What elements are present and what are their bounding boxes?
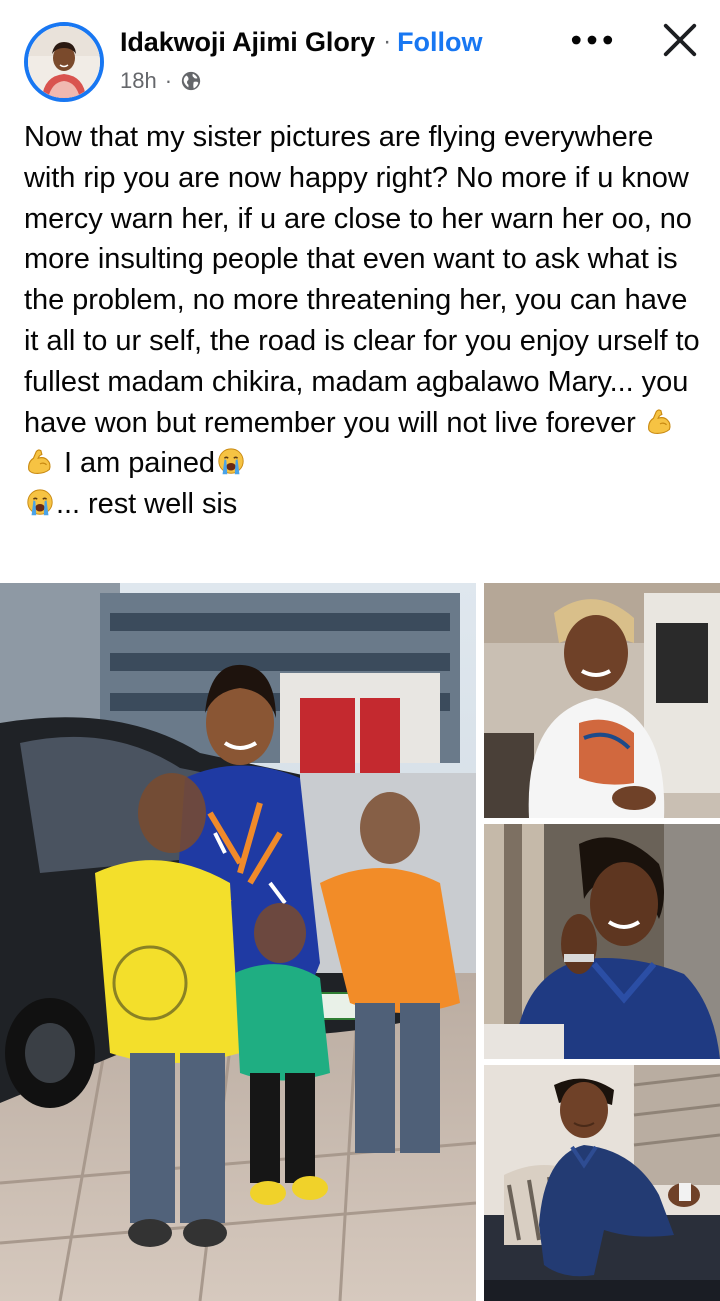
photo-woman-white-shirt-headscarf[interactable] (484, 583, 720, 818)
time-separator: · (164, 68, 173, 93)
globe-icon (180, 70, 202, 92)
photo-woman-blue-shirt-smiling[interactable] (484, 824, 720, 1059)
post-body-text-2: I am pained (56, 447, 215, 480)
author-avatar[interactable] (24, 22, 104, 102)
follow-button[interactable]: Follow (397, 27, 482, 58)
avatar-image (28, 26, 100, 98)
name-separator: · (383, 28, 392, 55)
post-body-text-3: ... rest well sis (56, 488, 238, 521)
photo-woman-with-children-by-car[interactable] (0, 583, 476, 1301)
post-body: Now that my sister pictures are flying e… (24, 117, 704, 525)
loudly-crying-emoji (216, 447, 246, 477)
flexed-biceps-emoji (645, 407, 675, 437)
close-icon[interactable] (656, 16, 704, 64)
flexed-biceps-emoji (25, 447, 55, 477)
more-options-icon[interactable] (566, 20, 618, 60)
post-time[interactable]: 18h (120, 68, 157, 94)
photo-woman-blue-shirt-seated[interactable] (484, 1065, 720, 1301)
post-header: Idakwoji Ajimi Glory · Follow 18h · (0, 0, 720, 110)
post-body-text: Now that my sister pictures are flying e… (24, 121, 700, 439)
loudly-crying-emoji (25, 488, 55, 518)
author-name[interactable]: Idakwoji Ajimi Glory (120, 27, 375, 58)
